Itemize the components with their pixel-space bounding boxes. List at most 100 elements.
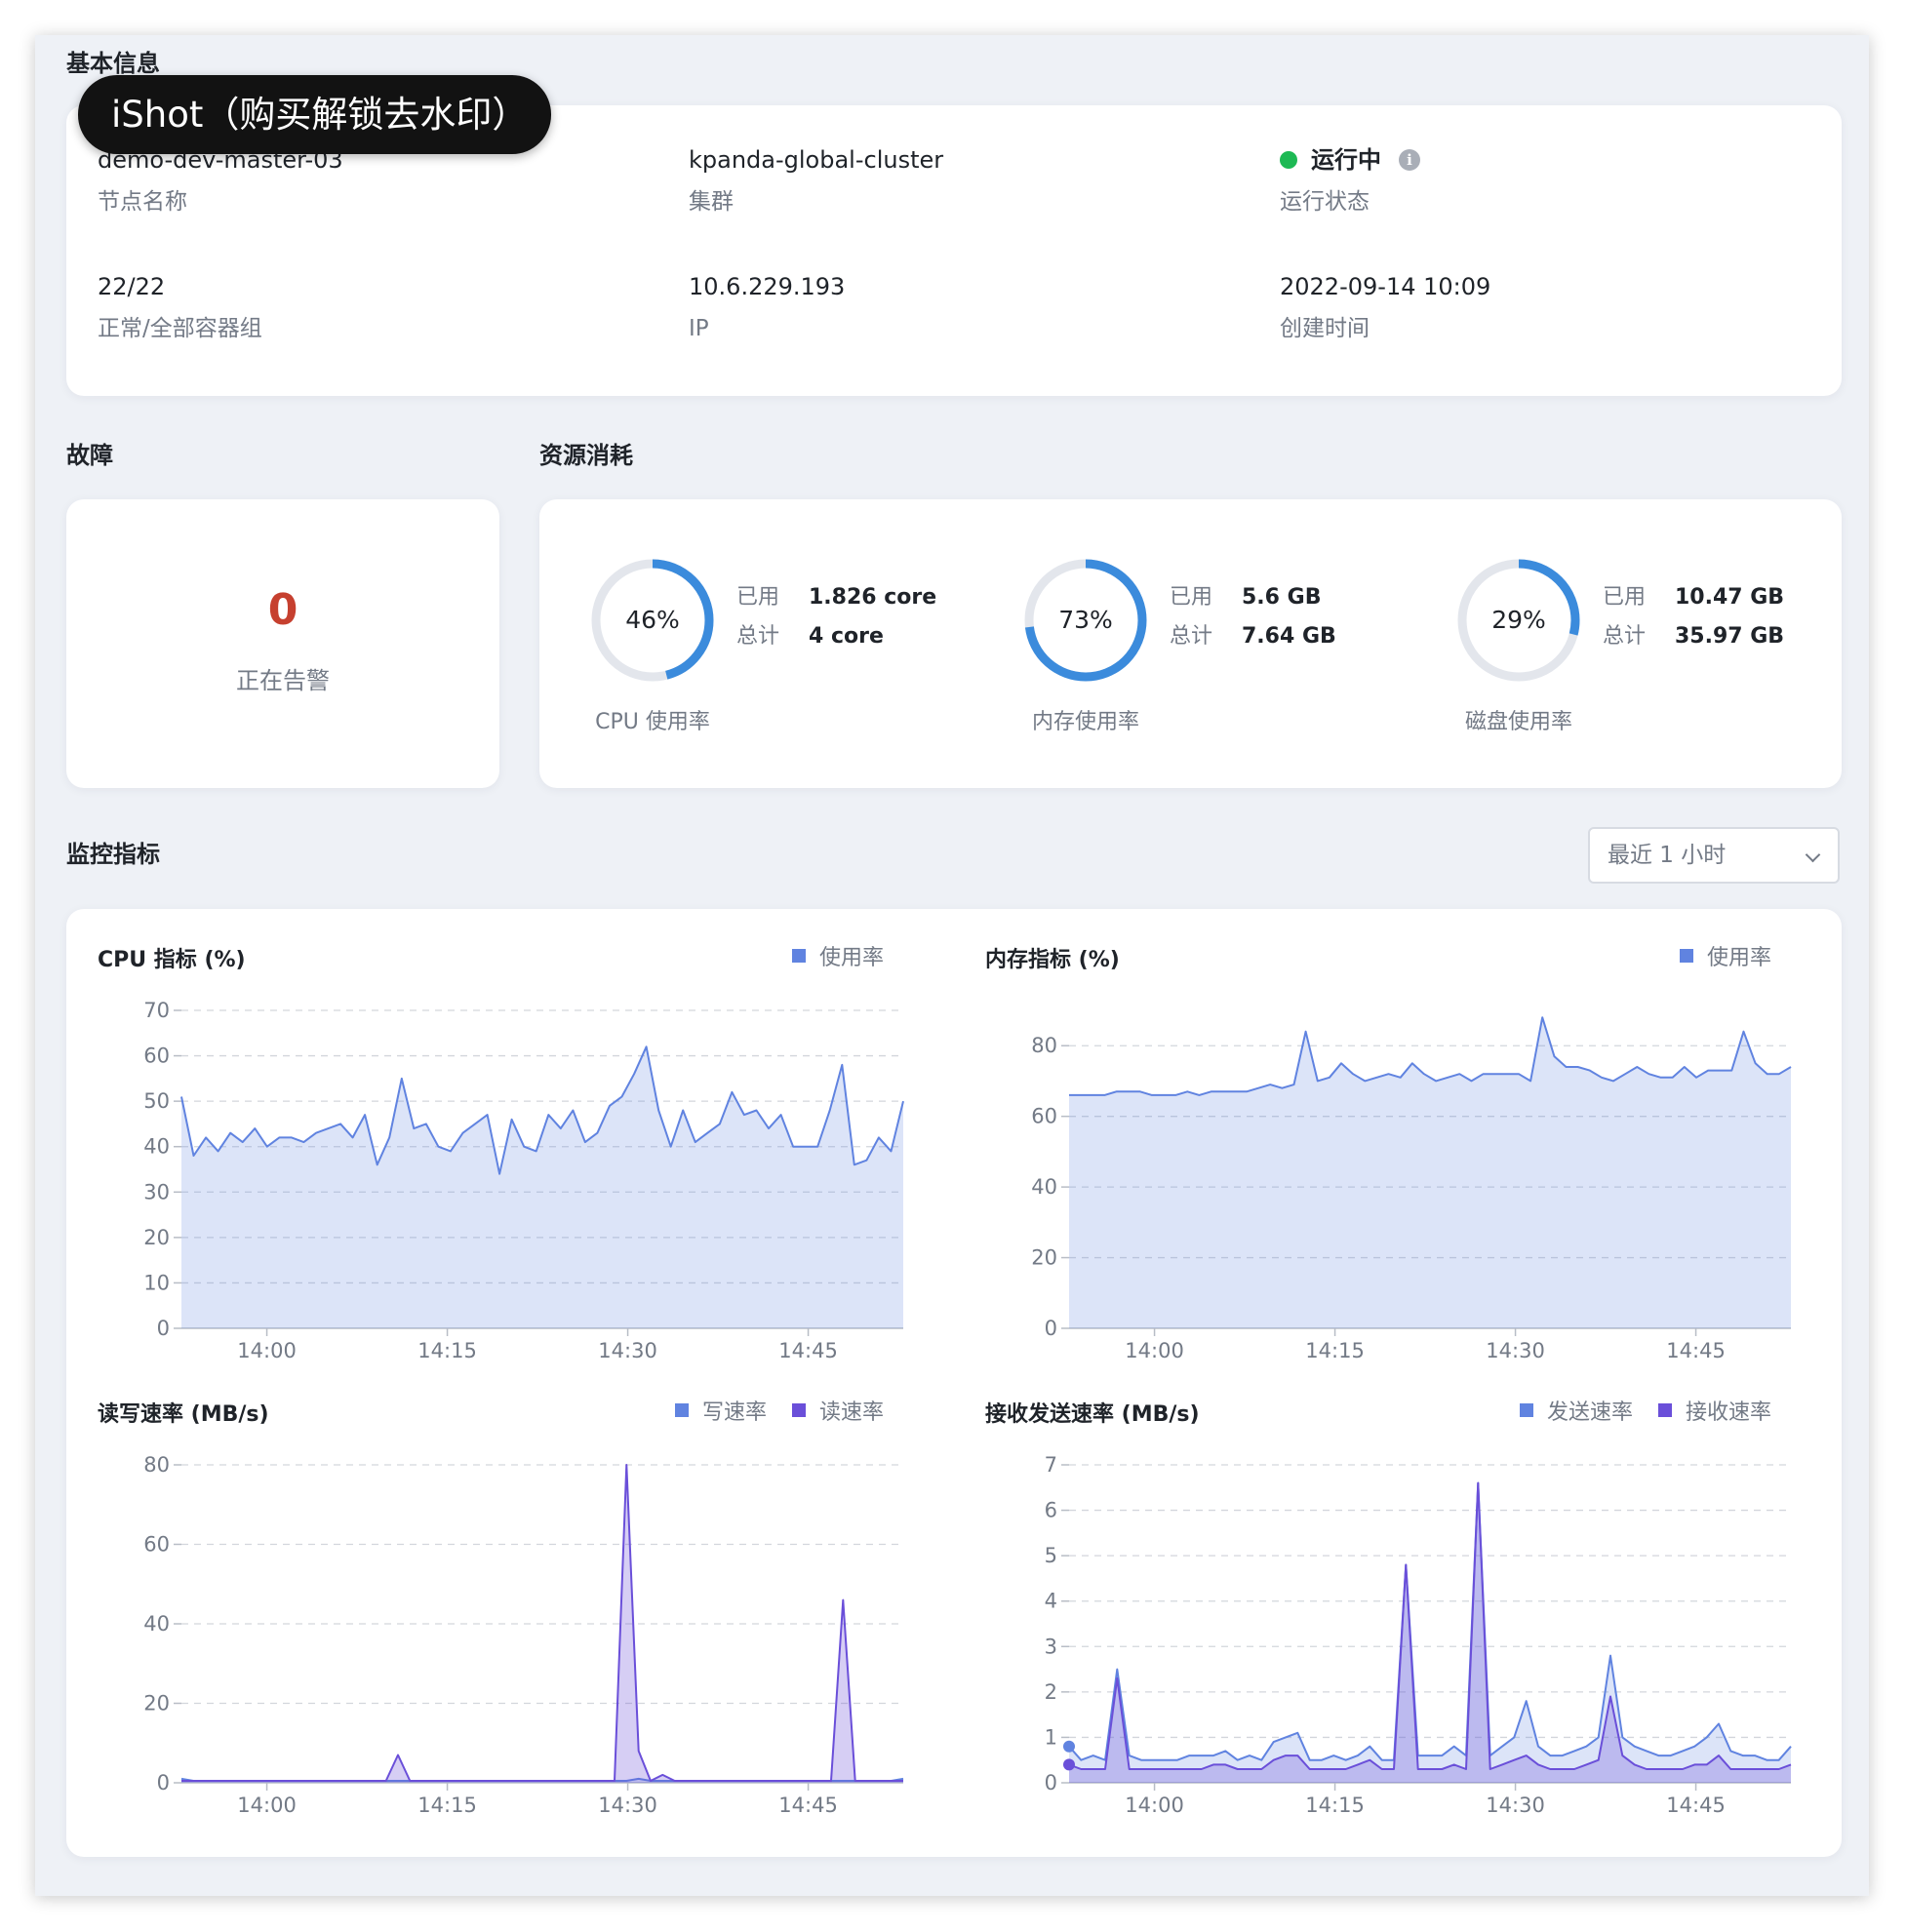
charts-card: CPU 指标 (%) 使用率 0 10 20 30 40 50 60 70 14:00 14:15 14… [66, 909, 1842, 1857]
info-icon[interactable]: i [1399, 149, 1420, 171]
x-tick-label: 14:45 [1666, 1794, 1726, 1817]
resource-disk-used: 已用 10.47 GB [1603, 583, 1784, 612]
section-title-basic-info: 基本信息 [66, 50, 160, 77]
status-dot-icon [1280, 151, 1297, 169]
resource-disk-percent: 29% [1491, 606, 1546, 634]
x-tick-label: 14:15 [417, 1794, 477, 1817]
y-tick-label: 4 [1045, 1590, 1057, 1613]
y-tick-label: 20 [1031, 1246, 1057, 1270]
y-tick-label: 7 [1045, 1453, 1057, 1477]
resource-memory-gauge: 73% 已用 5.6 GB 总计 7.64 GB 内存使用率 [1023, 499, 1413, 788]
x-tick-label: 14:00 [237, 1339, 297, 1362]
series-start-marker [1063, 1758, 1075, 1771]
pods-label: 正常/全部容器组 [98, 316, 262, 341]
watermark-badge: iShot（购买解锁去水印） [78, 75, 551, 154]
status-label: 运行状态 [1280, 189, 1370, 215]
y-tick-label: 6 [1045, 1499, 1057, 1522]
y-tick-label: 30 [143, 1180, 170, 1203]
cluster-field: kpanda-global-cluster 集群 [689, 144, 943, 217]
series-line [181, 1464, 903, 1782]
y-tick-label: 10 [143, 1271, 170, 1294]
faults-card[interactable]: 0 正在告警 [66, 499, 499, 788]
resource-memory-total: 总计 7.64 GB [1170, 622, 1336, 651]
total-value: 35.97 GB [1675, 624, 1785, 649]
y-tick-label: 3 [1045, 1635, 1057, 1658]
disk-io-chart-plot: 0 20 40 60 80 14:00 14:15 14:30 14:45 [143, 1453, 904, 1817]
x-tick-label: 14:15 [1305, 1339, 1365, 1362]
created-field: 2022-09-14 10:09 创建时间 [1280, 271, 1490, 343]
resource-cpu-label: CPU 使用率 [595, 710, 710, 734]
y-tick-label: 20 [143, 1692, 170, 1715]
used-label: 已用 [1170, 585, 1213, 610]
cluster-label: 集群 [689, 189, 734, 215]
section-title-resources: 资源消耗 [539, 442, 633, 469]
resource-cpu-gauge: 46% 已用 1.826 core 总计 4 core CPU 使用率 [590, 499, 980, 788]
alert-label: 正在告警 [236, 667, 330, 694]
used-value: 1.826 core [809, 585, 937, 610]
total-label: 总计 [1603, 624, 1647, 649]
ip-value: 10.6.229.193 [689, 273, 846, 300]
total-value: 7.64 GB [1242, 624, 1336, 649]
y-tick-label: 50 [143, 1089, 170, 1113]
y-tick-label: 0 [157, 1317, 170, 1340]
x-tick-label: 14:30 [1486, 1339, 1545, 1362]
y-tick-label: 80 [1031, 1034, 1057, 1057]
status-value: 运行中 [1311, 146, 1381, 174]
network-chart-plot: 0 1 2 3 4 5 6 7 14:00 14:15 14:30 14:45 [1045, 1453, 1792, 1817]
y-tick-label: 70 [143, 999, 170, 1022]
used-label: 已用 [1603, 585, 1647, 610]
created-value: 2022-09-14 10:09 [1280, 273, 1491, 300]
time-range-value: 最近 1 小时 [1608, 843, 1727, 868]
y-tick-label: 0 [1045, 1317, 1057, 1340]
series-line [1068, 1481, 1792, 1770]
y-tick-label: 20 [143, 1226, 170, 1249]
resources-card: 46% 已用 1.826 core 总计 4 core CPU 使用率 73% 已用 5.6 G… [539, 499, 1842, 788]
series-line [1068, 1481, 1792, 1761]
ip-field: 10.6.229.193 IP [689, 271, 845, 343]
y-tick-label: 60 [1031, 1105, 1057, 1128]
resource-memory-label: 内存使用率 [1031, 710, 1139, 734]
cpu-chart-plot: 0 10 20 30 40 50 60 70 14:00 14:15 14:30 14:45 [143, 999, 904, 1362]
page-frame: 基本信息 demo-dev-master-03 节点名称 kpanda-glob… [35, 35, 1869, 1896]
ip-label: IP [689, 316, 709, 341]
resource-cpu-used: 已用 1.826 core [736, 583, 936, 612]
y-tick-label: 60 [143, 1533, 170, 1557]
resource-cpu-percent: 46% [625, 606, 680, 634]
resource-disk-gauge: 29% 已用 10.47 GB 总计 35.97 GB 磁盘使用率 [1456, 499, 1846, 788]
total-label: 总计 [1170, 624, 1213, 649]
x-tick-label: 14:30 [598, 1339, 657, 1362]
used-value: 10.47 GB [1675, 585, 1785, 610]
y-tick-label: 5 [1045, 1544, 1057, 1567]
chevron-down-icon [1805, 847, 1821, 863]
total-value: 4 core [809, 624, 884, 649]
resource-memory-percent: 73% [1058, 606, 1113, 634]
x-tick-label: 14:45 [778, 1794, 838, 1817]
time-range-select[interactable]: 最近 1 小时 [1588, 827, 1840, 884]
node-name-label: 节点名称 [98, 189, 187, 215]
node-name-field: demo-dev-master-03 节点名称 [98, 144, 343, 217]
x-tick-label: 14:30 [598, 1794, 657, 1817]
y-tick-label: 40 [1031, 1175, 1057, 1199]
y-tick-label: 0 [1045, 1771, 1057, 1794]
total-label: 总计 [736, 624, 780, 649]
pods-field: 22/22 正常/全部容器组 [98, 271, 262, 343]
x-tick-label: 14:45 [778, 1339, 838, 1362]
alert-count: 0 [267, 585, 298, 635]
memory-chart-plot: 0 20 40 60 80 14:00 14:15 14:30 14:45 [1031, 1016, 1792, 1362]
y-tick-label: 1 [1045, 1725, 1057, 1749]
y-tick-label: 80 [143, 1453, 170, 1477]
x-tick-label: 14:15 [417, 1339, 477, 1362]
section-title-monitoring: 监控指标 [66, 841, 160, 868]
resource-disk-label: 磁盘使用率 [1464, 710, 1572, 734]
x-tick-label: 14:15 [1305, 1794, 1365, 1817]
x-tick-label: 14:00 [1125, 1794, 1184, 1817]
series-area [1069, 1017, 1791, 1328]
y-tick-label: 2 [1045, 1680, 1057, 1704]
pods-value: 22/22 [98, 273, 166, 300]
y-tick-label: 0 [157, 1771, 170, 1794]
used-value: 5.6 GB [1242, 585, 1322, 610]
status-field: 运行中 i 运行状态 [1280, 144, 1420, 217]
created-label: 创建时间 [1280, 316, 1370, 341]
x-tick-label: 14:00 [1125, 1339, 1184, 1362]
y-tick-label: 60 [143, 1045, 170, 1068]
